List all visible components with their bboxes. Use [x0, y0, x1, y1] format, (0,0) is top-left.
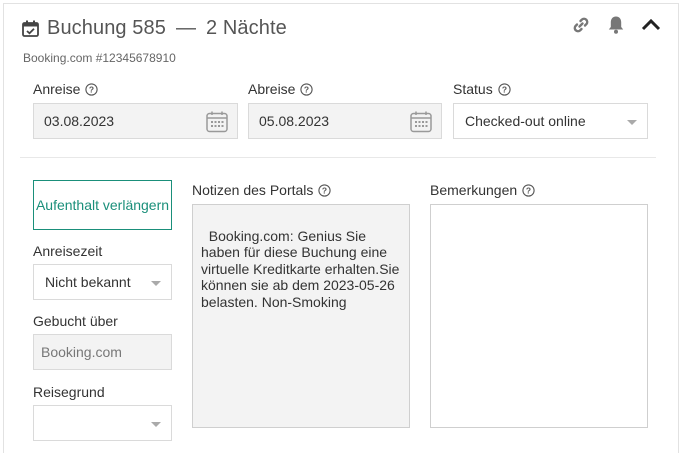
calendar-icon[interactable]: [409, 110, 433, 134]
chevron-up-icon[interactable]: [640, 14, 662, 36]
title-separator: —: [175, 16, 196, 39]
extend-stay-label: Aufenthalt verlängern: [35, 196, 170, 213]
calendar-check-icon: [22, 20, 39, 37]
departure-label-text: Abreise: [248, 81, 296, 97]
remarks-label-text: Bemerkungen: [430, 182, 518, 198]
arrival-label-text: Anreise: [33, 81, 81, 97]
booking-title: Buchung 585 — 2 Nächte: [22, 14, 287, 42]
status-label-text: Status: [453, 81, 493, 97]
svg-text:?: ?: [304, 84, 309, 94]
departure-label: Abreise ?: [248, 81, 314, 97]
arrival-date-input[interactable]: 03.08.2023: [33, 103, 238, 139]
chevron-down-icon: [627, 120, 637, 125]
svg-text:?: ?: [322, 185, 327, 195]
remarks-textarea[interactable]: [430, 204, 648, 428]
svg-text:?: ?: [502, 84, 507, 94]
arrival-time-label-text: Anreisezeit: [33, 243, 103, 259]
status-label: Status ?: [453, 81, 511, 97]
remarks-label: Bemerkungen ?: [430, 182, 535, 198]
svg-text:?: ?: [89, 84, 94, 94]
calendar-icon[interactable]: [205, 110, 229, 134]
status-select[interactable]: Checked-out online: [453, 103, 648, 139]
booked-via-value: Booking.com: [41, 344, 122, 360]
portal-notes-text: Booking.com: Genius Sie haben für diese …: [201, 227, 404, 310]
booked-via-field: Booking.com: [33, 334, 172, 370]
travel-reason-label-text: Reisegrund: [33, 384, 105, 400]
chevron-down-icon: [151, 422, 161, 427]
help-icon[interactable]: ?: [498, 82, 511, 96]
departure-date-input[interactable]: 05.08.2023: [248, 103, 442, 139]
status-select-value: Checked-out online: [465, 113, 586, 129]
resize-grip-icon[interactable]: [399, 417, 408, 426]
help-icon[interactable]: ?: [318, 183, 332, 197]
booking-number: Buchung 585: [47, 16, 166, 39]
arrival-time-value: Nicht bekannt: [45, 274, 131, 290]
travel-reason-label: Reisegrund: [33, 384, 105, 400]
bell-icon[interactable]: [605, 14, 627, 36]
arrival-time-label: Anreisezeit: [33, 243, 102, 259]
portal-notes-label: Notizen des Portals ?: [192, 182, 332, 198]
booked-via-label: Gebucht über: [33, 313, 118, 329]
section-divider: [20, 157, 656, 158]
svg-text:?: ?: [526, 185, 531, 195]
extend-stay-button[interactable]: Aufenthalt verlängern: [33, 180, 172, 230]
help-icon[interactable]: ?: [85, 82, 99, 96]
booking-reference: Booking.com #12345678910: [23, 51, 176, 65]
departure-date-value: 05.08.2023: [259, 113, 330, 129]
resize-grip-icon[interactable]: [637, 417, 646, 426]
chevron-down-icon: [151, 281, 161, 286]
travel-reason-select[interactable]: [33, 405, 172, 441]
arrival-time-select[interactable]: Nicht bekannt: [33, 264, 172, 300]
booked-via-label-text: Gebucht über: [33, 313, 118, 329]
nights-count: 2 Nächte: [205, 16, 287, 39]
help-icon[interactable]: ?: [522, 183, 535, 197]
arrival-date-value: 03.08.2023: [44, 113, 115, 129]
portal-notes-textarea[interactable]: Booking.com: Genius Sie haben für diese …: [192, 204, 410, 428]
arrival-label: Anreise ?: [33, 81, 99, 97]
help-icon[interactable]: ?: [300, 82, 314, 96]
link-icon[interactable]: [570, 14, 592, 36]
portal-notes-label-text: Notizen des Portals: [192, 182, 314, 198]
